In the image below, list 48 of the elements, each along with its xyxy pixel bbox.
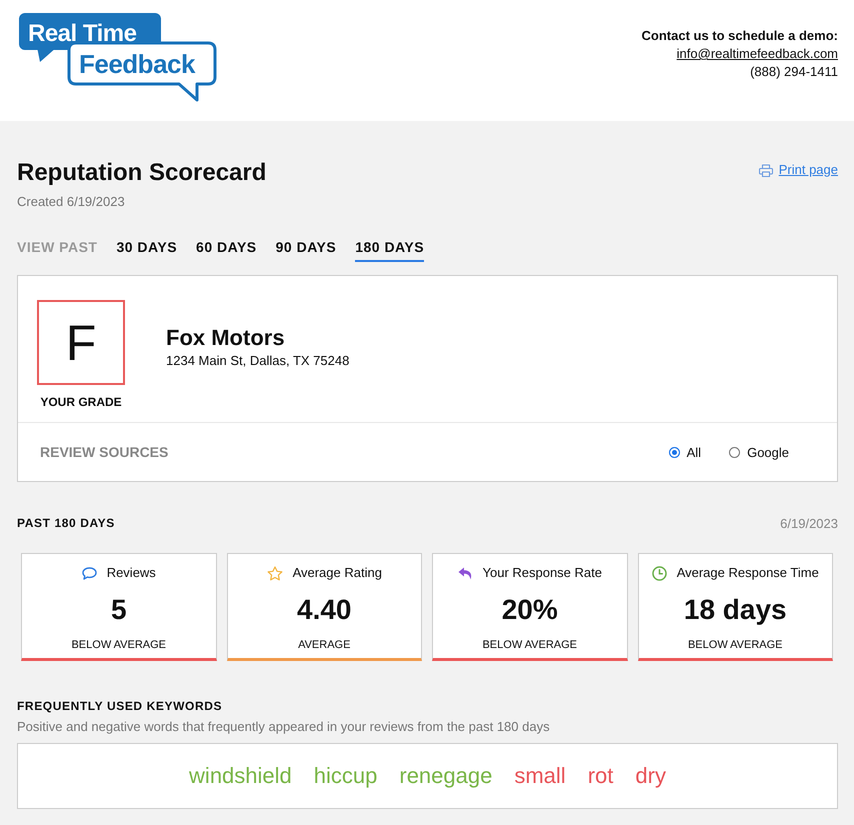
keyword: rot — [588, 763, 614, 789]
metric-value: 20% — [500, 593, 559, 627]
speech-bubble-icon — [82, 566, 97, 580]
section-description: Positive and negative words that frequently appeared in your reviews from the past 180 days — [17, 719, 551, 735]
page-title: Reputation Scorecard — [17, 158, 266, 188]
metric-value: 5 — [110, 593, 128, 627]
business-address: 1234 Main St, Dallas, TX 75248 — [166, 353, 350, 369]
metric-label: Average Rating — [292, 565, 382, 581]
radio-label[interactable]: Google — [747, 444, 789, 460]
report-date: 6/19/2023 — [780, 516, 838, 530]
logo: Real Time Feedback — [17, 11, 217, 103]
keyword: small — [514, 763, 566, 789]
grade-label: YOUR GRADE — [40, 395, 122, 409]
printer-icon — [758, 164, 773, 176]
star-icon — [266, 566, 283, 580]
review-sources-label: REVIEW SOURCES — [40, 444, 168, 460]
keyword: dry — [635, 763, 666, 789]
reply-arrow-icon — [458, 566, 472, 580]
business-name: Fox Motors — [166, 325, 286, 351]
view-past-label: VIEW PAST — [17, 238, 98, 256]
keyword: renegage — [399, 763, 492, 789]
period-tab[interactable]: 180 DAYS — [355, 238, 424, 262]
section-heading: FREQUENTLY USED KEYWORDS — [17, 698, 224, 714]
clock-icon — [652, 566, 667, 580]
radio-button[interactable] — [668, 446, 680, 458]
print-link[interactable]: Print page — [758, 162, 838, 178]
period-tab[interactable]: 90 DAYS — [276, 238, 336, 262]
radio-label[interactable]: All — [686, 444, 702, 460]
metric-status: BELOW AVERAGE — [70, 638, 168, 652]
period-tab[interactable]: 30 DAYS — [116, 238, 178, 262]
email-link[interactable]: info@realtimefeedback.com — [676, 46, 838, 61]
keyword: windshield — [189, 763, 292, 789]
contact-heading: Contact us to schedule a demo: — [642, 27, 838, 45]
period-tab[interactable]: 60 DAYS — [196, 238, 257, 262]
metric-status: AVERAGE — [297, 638, 352, 652]
keyword: hiccup — [314, 763, 378, 789]
section-heading: PAST 180 DAYS — [17, 515, 115, 531]
metric-label: Reviews — [106, 565, 156, 581]
phone-number: (888) 294-1411 — [749, 63, 838, 81]
created-date: Created 6/19/2023 — [17, 194, 126, 210]
radio-button[interactable] — [729, 446, 740, 458]
metric-value: 4.40 — [296, 593, 352, 627]
metric-value: 18 days — [682, 593, 788, 627]
metric-status: BELOW AVERAGE — [686, 638, 784, 652]
metric-label: Your Response Rate — [482, 565, 602, 581]
grade-letter: F — [37, 300, 125, 385]
metric-label: Average Response Time — [676, 565, 819, 581]
metric-status: BELOW AVERAGE — [481, 638, 578, 652]
